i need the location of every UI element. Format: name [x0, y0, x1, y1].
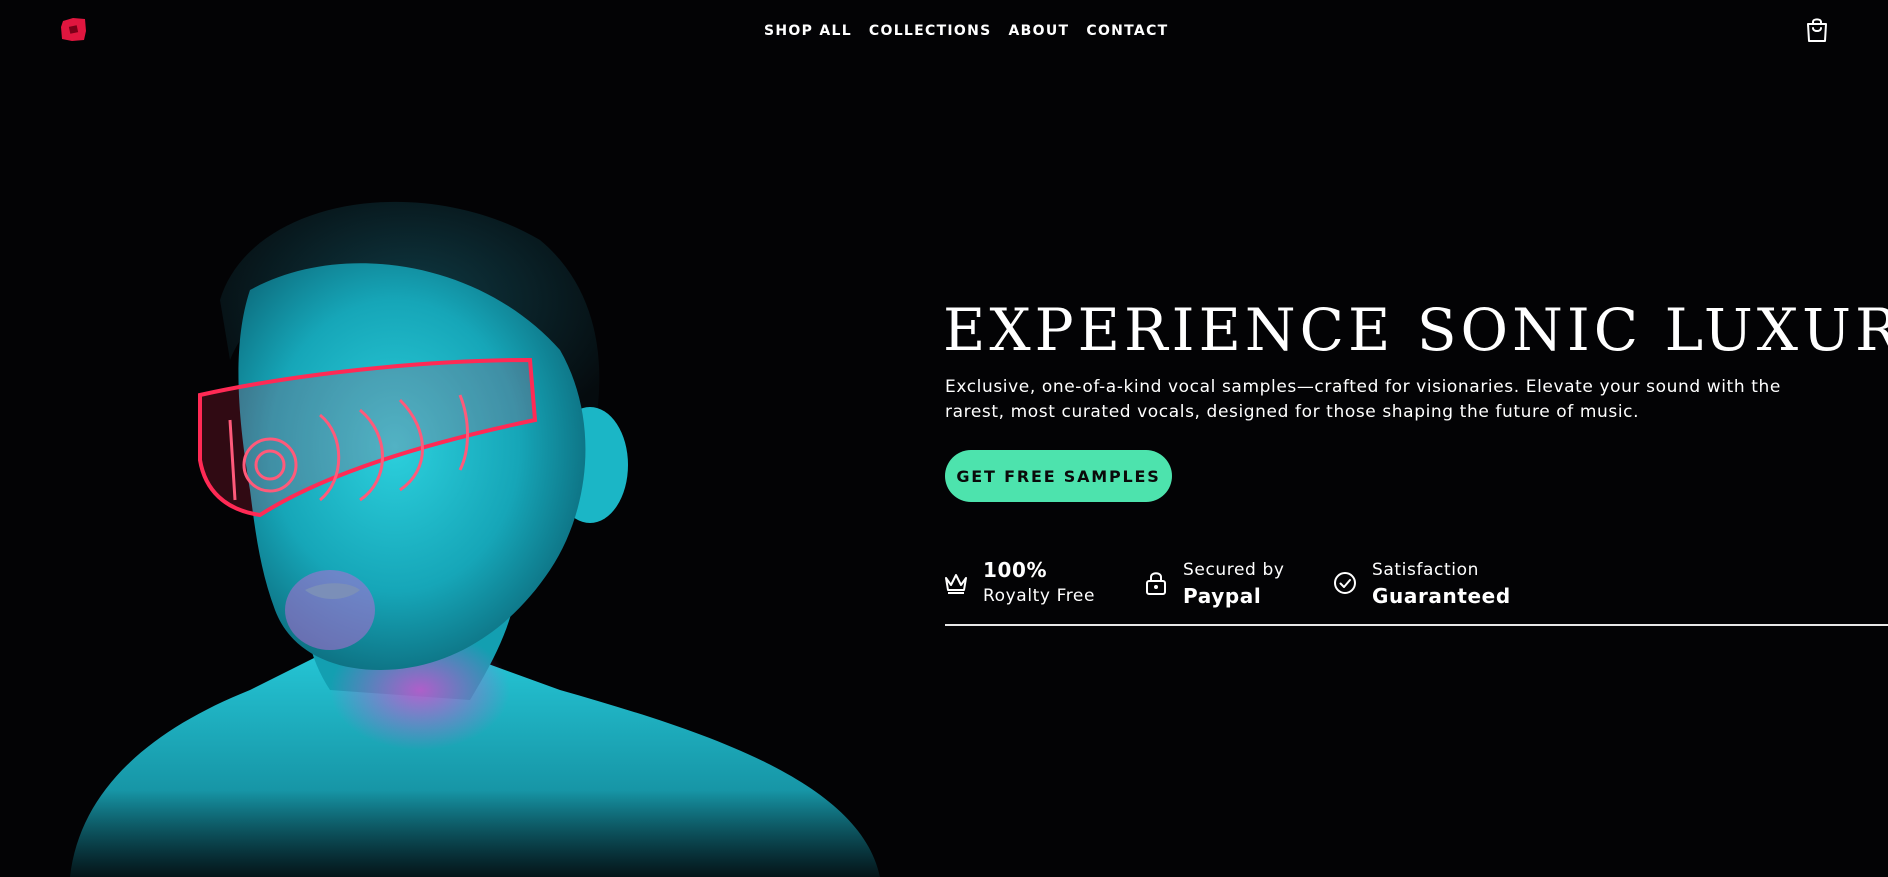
badge-satisfaction-guaranteed: Satisfaction Guaranteed: [1332, 556, 1511, 610]
badge-royalty-free-label: Royalty Free: [983, 586, 1096, 606]
hero-subtitle: Exclusive, one-of-a-kind vocal samples—c…: [945, 377, 1781, 422]
nav-shop-all[interactable]: SHOP ALL: [764, 20, 852, 42]
crown-icon: [945, 574, 967, 594]
hero-headline: EXPERIENCE SONIC LUXURY: [943, 296, 1888, 364]
badge-satisfaction-label: Satisfaction: [1372, 560, 1479, 580]
badge-secured-value: Paypal: [1183, 584, 1262, 608]
nav-collections[interactable]: COLLECTIONS: [869, 20, 992, 42]
get-free-samples-button[interactable]: GET FREE SAMPLES: [945, 450, 1172, 502]
check-circle-icon: [1334, 572, 1356, 594]
page: SHOP ALL COLLECTIONS ABOUT CONTACT EXPER…: [0, 0, 1888, 877]
badge-secured-by-paypal: Secured by Paypal: [1143, 556, 1285, 610]
nav-about[interactable]: ABOUT: [1009, 20, 1070, 42]
nav-contact[interactable]: CONTACT: [1086, 20, 1168, 42]
badge-royalty-free-value: 100%: [983, 558, 1048, 582]
shopping-bag-icon[interactable]: [1805, 17, 1829, 43]
badge-satisfaction-value: Guaranteed: [1372, 584, 1511, 608]
badge-royalty-free: 100% Royalty Free: [943, 556, 1095, 608]
hero-image: [0, 201, 930, 877]
brand-logo-icon[interactable]: [60, 17, 87, 42]
badge-secured-label: Secured by: [1183, 560, 1285, 580]
main-nav: SHOP ALL COLLECTIONS ABOUT CONTACT: [764, 20, 1186, 42]
badges-divider: [945, 624, 1888, 626]
lock-icon: [1146, 572, 1166, 595]
